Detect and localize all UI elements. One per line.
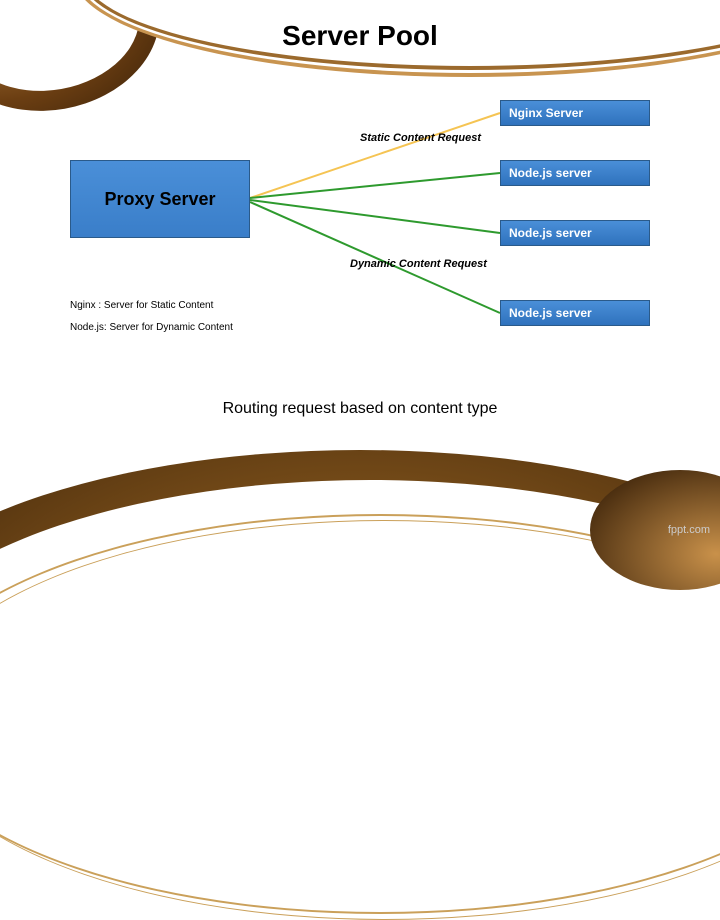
server-label: Node.js server: [509, 306, 592, 320]
server-label: Node.js server: [509, 226, 592, 240]
server-box-node-1: Node.js server: [500, 160, 650, 186]
legend-node: Node.js: Server for Dynamic Content: [70, 322, 233, 333]
slide-title: Server Pool: [0, 20, 720, 52]
server-label: Nginx Server: [509, 106, 583, 120]
proxy-server-box: Proxy Server: [70, 160, 250, 238]
decor-bottom-line-2: [0, 520, 720, 920]
server-box-node-2: Node.js server: [500, 220, 650, 246]
server-label: Node.js server: [509, 166, 592, 180]
watermark: fppt.com: [668, 524, 710, 536]
diagram-area: Proxy Server Nginx Server Node.js server…: [70, 100, 650, 360]
static-request-label: Static Content Request: [360, 132, 481, 144]
legend-nginx: Nginx : Server for Static Content: [70, 300, 213, 311]
proxy-server-label: Proxy Server: [104, 189, 215, 210]
server-box-node-3: Node.js server: [500, 300, 650, 326]
dynamic-request-label: Dynamic Content Request: [350, 258, 487, 270]
slide-caption: Routing request based on content type: [0, 400, 720, 418]
server-box-nginx: Nginx Server: [500, 100, 650, 126]
